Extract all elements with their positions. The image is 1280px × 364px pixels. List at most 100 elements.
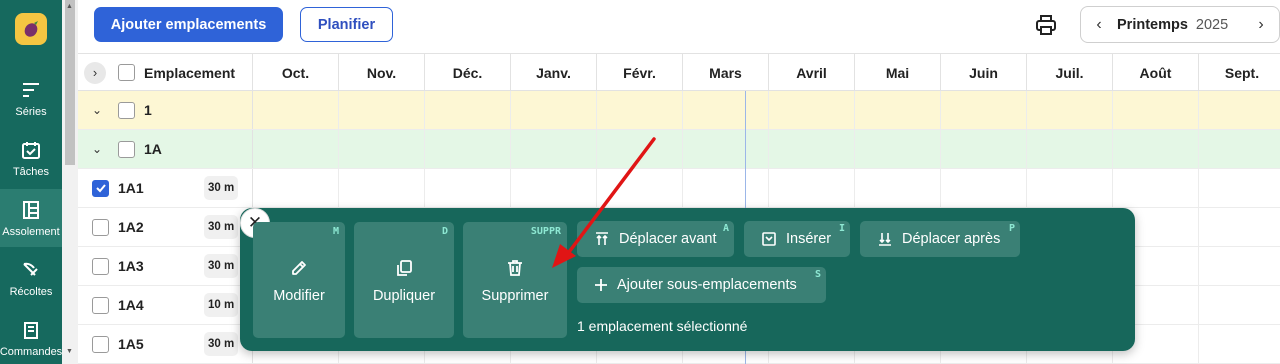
duplicate-label: Dupliquer xyxy=(372,288,436,304)
harvest-icon xyxy=(23,262,38,276)
sidebar-item-label: Séries xyxy=(15,105,47,118)
month-header: Sept. xyxy=(1224,64,1260,81)
insert-label: Insérer xyxy=(786,231,832,247)
add-locations-button[interactable]: Ajouter emplacements xyxy=(94,7,283,42)
row-checkbox[interactable] xyxy=(92,257,109,275)
location-cell: 1A3 30 m xyxy=(78,247,253,285)
location-name: 1A xyxy=(144,141,162,157)
month-gridline xyxy=(682,130,683,168)
location-cell: ⌄ 1A xyxy=(78,130,253,168)
row-checkbox[interactable] xyxy=(92,296,109,314)
month-gridline xyxy=(940,130,941,168)
shortcut-key: A xyxy=(722,223,729,234)
scroll-up-icon[interactable]: ▲ xyxy=(66,3,73,10)
month-gridline xyxy=(338,169,339,207)
delete-button[interactable]: SUPPR Supprimer xyxy=(463,222,567,338)
location-column-label: Emplacement xyxy=(144,64,236,81)
select-all-checkbox[interactable] xyxy=(118,64,135,81)
sidebar-item-series[interactable]: Séries xyxy=(0,69,62,127)
move-before-label: Déplacer avant xyxy=(619,231,717,247)
sub-group-row[interactable]: ⌄ 1A xyxy=(78,130,1280,169)
month-gridline xyxy=(424,169,425,207)
table-row[interactable]: 1A1 30 m xyxy=(78,169,1280,208)
season-name: Printemps xyxy=(1117,16,1188,33)
month-gridline xyxy=(510,169,511,207)
bed-group-row[interactable]: ⌄ 1 xyxy=(78,91,1280,130)
move-before-button[interactable]: Déplacer avant A xyxy=(577,221,734,257)
duplicate-button[interactable]: D Dupliquer xyxy=(354,222,454,338)
row-checkbox[interactable] xyxy=(118,140,135,158)
month-header: Avril xyxy=(769,54,855,91)
move-after-button[interactable]: Déplacer après P xyxy=(860,221,1020,257)
print-icon[interactable] xyxy=(1034,13,1058,37)
scroll-down-icon[interactable]: ▼ xyxy=(66,348,73,355)
location-name: 1A1 xyxy=(118,180,144,196)
pencil-icon xyxy=(292,261,306,275)
season-selector: ‹ Printemps 2025 › xyxy=(1080,6,1280,43)
row-checkbox[interactable] xyxy=(118,101,135,119)
sidebar-item-tasks[interactable]: Tâches xyxy=(0,129,62,187)
sidebar-item-harvests[interactable]: Récoltes xyxy=(0,249,62,307)
month-gridline xyxy=(682,169,683,207)
shortcut-key: I xyxy=(838,223,845,234)
location-cell: 1A1 30 m xyxy=(78,169,253,207)
move-before-icon xyxy=(596,232,608,245)
chevron-down-icon[interactable]: ⌄ xyxy=(90,142,104,156)
chevron-down-icon[interactable]: ⌄ xyxy=(90,103,104,117)
length-badge: 30 m xyxy=(204,254,239,278)
edit-button[interactable]: M Modifier xyxy=(253,222,345,338)
month-gridline xyxy=(1198,325,1199,363)
series-icon xyxy=(23,82,39,97)
expand-all-button[interactable]: › xyxy=(84,61,106,84)
month-header: Déc. xyxy=(425,54,511,91)
month-header: Juin xyxy=(941,54,1027,91)
month-header: Juil. xyxy=(1027,54,1113,91)
month-gridline xyxy=(1198,208,1199,246)
month-gridline xyxy=(424,91,425,129)
sidebar-item-label: Assolement xyxy=(2,225,60,238)
month-gridline xyxy=(1026,130,1027,168)
calendar-check-icon xyxy=(22,141,40,159)
sidebar-item-orders[interactable]: Commandes xyxy=(0,309,62,364)
scrollbar-thumb[interactable] xyxy=(65,0,75,165)
location-name: 1 xyxy=(144,102,152,118)
month-gridline xyxy=(596,169,597,207)
month-gridline xyxy=(1198,91,1199,129)
row-checkbox[interactable] xyxy=(92,218,109,236)
plan-button[interactable]: Planifier xyxy=(300,7,393,42)
month-gridline xyxy=(768,169,769,207)
month-gridline xyxy=(510,130,511,168)
month-gridline xyxy=(768,91,769,129)
month-gridline xyxy=(1198,169,1199,207)
length-badge: 30 m xyxy=(204,215,239,239)
grid-header: › Emplacement Oct. Nov. Déc. Janv. Févr. Mars… xyxy=(78,53,1280,91)
add-sub-locations-button[interactable]: Ajouter sous-emplacements S xyxy=(577,267,826,303)
sidebar-item-label: Récoltes xyxy=(9,285,53,298)
next-season-button[interactable]: › xyxy=(1243,16,1279,34)
plus-icon xyxy=(595,279,607,291)
month-gridline xyxy=(1112,91,1113,129)
location-name: 1A4 xyxy=(118,297,144,313)
month-gridline xyxy=(854,130,855,168)
month-gridline xyxy=(940,91,941,129)
insert-button[interactable]: Insérer I xyxy=(744,221,850,257)
sidebar-item-label: Commandes xyxy=(0,345,63,358)
month-gridline xyxy=(682,91,683,129)
row-checkbox[interactable] xyxy=(92,179,109,197)
location-cell: 1A4 10 m xyxy=(78,286,253,324)
sidebar: Séries Tâches Assolement Récoltes Comman… xyxy=(0,0,62,364)
prev-season-button[interactable]: ‹ xyxy=(1081,16,1117,34)
month-header: Août xyxy=(1113,54,1199,91)
month-gridline xyxy=(940,169,941,207)
month-gridline xyxy=(338,130,339,168)
location-cell: 1A5 30 m xyxy=(78,325,253,363)
row-checkbox[interactable] xyxy=(92,335,109,353)
sidebar-item-assolement[interactable]: Assolement xyxy=(0,189,62,247)
location-name: 1A3 xyxy=(118,258,144,274)
month-header: Oct. xyxy=(253,54,339,91)
shortcut-key: D xyxy=(441,226,448,237)
app-logo-icon[interactable] xyxy=(15,13,47,45)
insert-icon xyxy=(762,232,776,246)
shortcut-key: SUPPR xyxy=(530,226,561,237)
location-name: 1A5 xyxy=(118,336,144,352)
